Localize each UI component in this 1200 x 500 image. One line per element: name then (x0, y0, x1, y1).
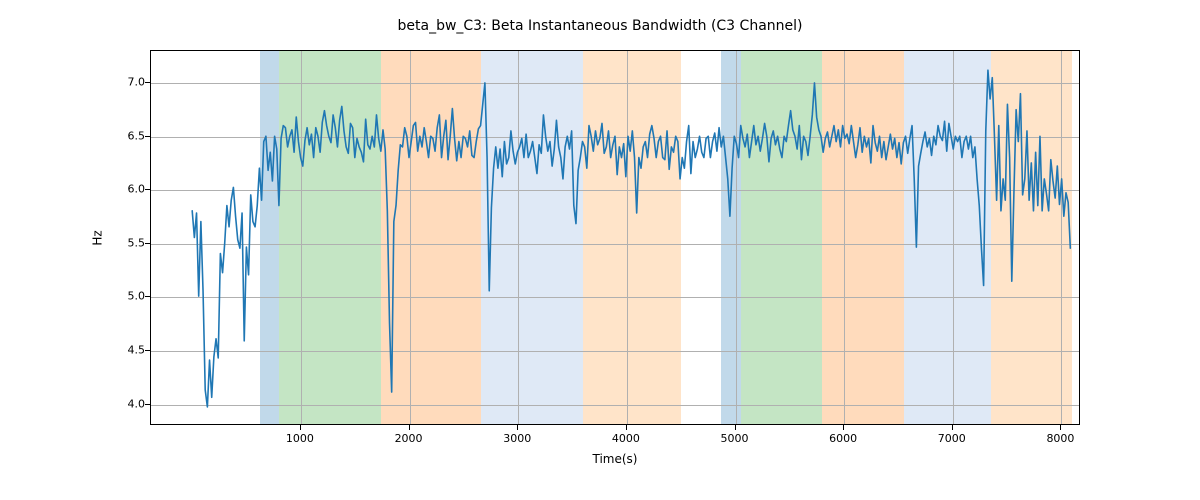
x-tick-label: 4000 (612, 432, 640, 445)
chart-title: beta_bw_C3: Beta Instantaneous Bandwidth… (0, 18, 1200, 34)
y-tick-label: 6.0 (128, 183, 146, 196)
x-tick (843, 425, 844, 430)
x-tick (300, 425, 301, 430)
x-axis-label: Time(s) (150, 452, 1080, 466)
y-tick (145, 82, 150, 83)
x-tick-label: 2000 (395, 432, 423, 445)
x-tick-label: 1000 (286, 432, 314, 445)
y-tick (145, 189, 150, 190)
y-axis-label: Hz (88, 50, 108, 425)
y-tick-label: 6.5 (128, 129, 146, 142)
x-tick (952, 425, 953, 430)
y-tick (145, 404, 150, 405)
x-tick-label: 8000 (1046, 432, 1074, 445)
y-tick-label: 4.0 (128, 397, 146, 410)
x-tick-label: 5000 (721, 432, 749, 445)
x-tick-label: 7000 (938, 432, 966, 445)
line-series (151, 51, 1079, 424)
y-tick (145, 350, 150, 351)
plot-axes (150, 50, 1080, 425)
y-tick-label: 4.5 (128, 344, 146, 357)
y-tick (145, 296, 150, 297)
x-tick (626, 425, 627, 430)
x-tick-label: 3000 (503, 432, 531, 445)
x-tick (735, 425, 736, 430)
y-tick (145, 243, 150, 244)
x-tick (1060, 425, 1061, 430)
y-tick-label: 5.0 (128, 290, 146, 303)
x-tick-label: 6000 (829, 432, 857, 445)
x-tick (517, 425, 518, 430)
y-tick (145, 136, 150, 137)
y-tick-label: 7.0 (128, 76, 146, 89)
y-tick-label: 5.5 (128, 236, 146, 249)
x-tick (409, 425, 410, 430)
figure: beta_bw_C3: Beta Instantaneous Bandwidth… (0, 0, 1200, 500)
